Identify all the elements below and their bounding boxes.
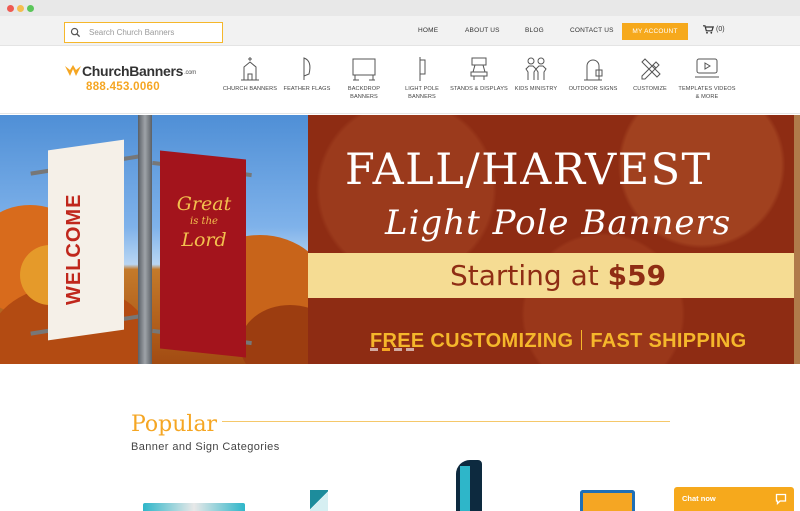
church-icon <box>241 57 259 81</box>
category-thumb-banners[interactable] <box>143 503 245 511</box>
slider-dots <box>370 348 414 351</box>
hero-title: FALL/HARVEST <box>345 145 712 195</box>
nav-kids-ministry[interactable]: KIDS MINISTRY <box>507 56 565 94</box>
nav-label: CHURCH BANNERS <box>222 86 278 92</box>
nav-templates-videos[interactable]: TEMPLATES VIDEOS & MORE <box>678 56 736 101</box>
great-lord-banner <box>160 150 246 358</box>
price-text: Starting at $59 <box>450 259 666 292</box>
cart-icon <box>703 25 714 34</box>
browser-window: Search Church Banners HOME ABOUT US BLOG… <box>0 0 800 511</box>
category-thumb-feather-flags[interactable] <box>456 460 482 511</box>
contact-us-link[interactable]: CONTACT US <box>570 27 614 34</box>
nav-light-pole-banners[interactable]: LIGHT POLE BANNERS <box>393 56 451 101</box>
main-header: ChurchBanners .com 888.453.0060 CHURCH B… <box>0 46 800 114</box>
chat-label: Chat now <box>682 494 716 503</box>
backdrop-icon <box>352 58 376 81</box>
browser-titlebar <box>0 0 800 16</box>
popular-subtitle: Banner and Sign Categories <box>131 441 280 453</box>
home-link[interactable]: HOME <box>418 27 438 34</box>
about-us-link[interactable]: ABOUT US <box>465 27 500 34</box>
my-account-button[interactable]: MY ACCOUNT <box>622 23 688 40</box>
light-pole <box>138 115 152 364</box>
nav-label: TEMPLATES VIDEOS & MORE <box>678 86 736 100</box>
blog-link[interactable]: BLOG <box>525 27 544 34</box>
nav-label: CUSTOMIZE <box>633 86 667 92</box>
site-logo[interactable]: ChurchBanners .com 888.453.0060 <box>64 63 196 93</box>
nav-label: STANDS & DISPLAYS <box>450 86 508 92</box>
close-window-button[interactable] <box>7 5 14 12</box>
next-slide-peek <box>794 115 800 364</box>
hero-photo <box>0 115 308 364</box>
hero-script-subtitle: Light Pole Banners <box>385 203 732 243</box>
maximize-window-button[interactable] <box>27 5 34 12</box>
welcome-banner-text: WELCOME <box>63 193 85 305</box>
phone-number[interactable]: 888.453.0060 <box>86 81 196 93</box>
nav-label: OUTDOOR SIGNS <box>568 86 618 92</box>
nav-feather-flags[interactable]: FEATHER FLAGS <box>278 56 336 94</box>
minimize-window-button[interactable] <box>17 5 24 12</box>
logo-flag-icon <box>65 65 81 76</box>
welcome-banner <box>48 139 124 341</box>
stand-icon <box>470 57 488 80</box>
category-thumb-backdrops[interactable] <box>310 490 328 511</box>
nav-backdrop-banners[interactable]: BACKDROP BANNERS <box>335 56 393 101</box>
great-banner-text: Great is the Lord <box>176 193 232 251</box>
price-prefix: Starting at <box>450 259 599 292</box>
fast-shipping-text: FAST SHIPPING <box>590 330 747 352</box>
cart-count: (0) <box>716 26 725 33</box>
popular-divider <box>222 421 670 422</box>
utility-bar: Search Church Banners HOME ABOUT US BLOG… <box>0 16 800 46</box>
nav-stands-displays[interactable]: STANDS & DISPLAYS <box>450 56 508 94</box>
logo-suffix: .com <box>184 69 196 76</box>
popular-title: Popular <box>131 412 218 437</box>
hero-slider[interactable]: WELCOME Great is the Lord FALL/HARVEST L… <box>0 115 800 364</box>
nav-label: LIGHT POLE BANNERS <box>405 86 439 100</box>
price-value: $59 <box>607 259 667 292</box>
video-icon <box>695 58 719 78</box>
pencil-ruler-icon <box>641 58 661 80</box>
nav-outdoor-signs[interactable]: OUTDOOR SIGNS <box>564 56 622 94</box>
nav-label: BACKDROP BANNERS <box>347 86 381 100</box>
slider-dot[interactable] <box>406 348 414 351</box>
kids-icon <box>525 57 547 80</box>
slider-dot-active[interactable] <box>382 348 390 351</box>
shipping-promo: FREE CUSTOMIZING FAST SHIPPING <box>370 330 746 353</box>
nav-customize[interactable]: CUSTOMIZE <box>621 56 679 94</box>
slider-dot[interactable] <box>394 348 402 351</box>
chat-widget[interactable]: Chat now <box>674 487 794 511</box>
logo-brand-text: ChurchBanners <box>82 63 184 79</box>
nav-label: FEATHER FLAGS <box>283 86 331 92</box>
light-pole-icon <box>419 57 426 81</box>
top-links: HOME ABOUT US BLOG CONTACT US MY ACCOUNT… <box>0 16 800 46</box>
outdoor-sign-icon <box>584 59 603 81</box>
category-thumb-signs[interactable] <box>580 490 635 511</box>
nav-church-banners[interactable]: CHURCH BANNERS <box>221 56 279 94</box>
cart-link[interactable]: (0) <box>703 25 725 34</box>
feather-flag-icon <box>303 57 311 80</box>
chat-bubble-icon <box>775 493 787 505</box>
nav-label: KIDS MINISTRY <box>514 86 558 92</box>
slider-dot[interactable] <box>370 348 378 351</box>
